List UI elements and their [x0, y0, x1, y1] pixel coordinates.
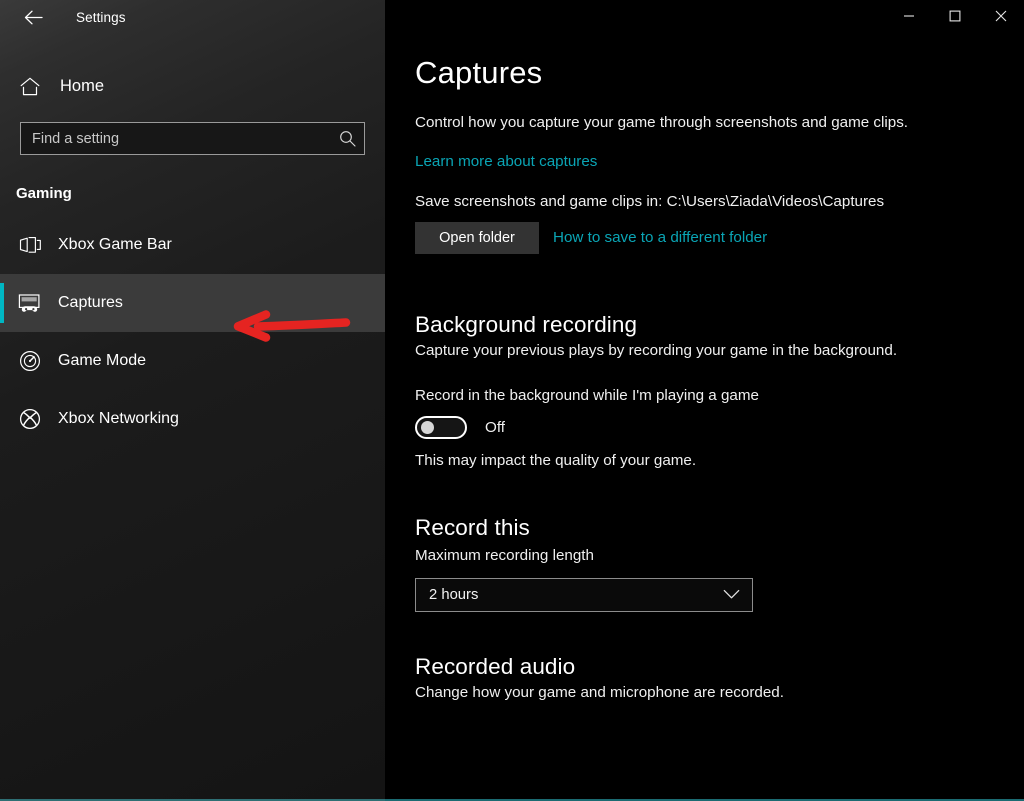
recorded-audio-title: Recorded audio [415, 653, 576, 679]
folder-actions-row: Open folder How to save to a different f… [415, 221, 1024, 254]
sidebar-item-label: Xbox Networking [58, 410, 179, 427]
search-box[interactable] [20, 122, 365, 155]
chevron-down-icon [723, 589, 740, 600]
different-folder-link[interactable]: How to save to a different folder [553, 229, 767, 246]
background-toggle-row: Off [415, 415, 1024, 439]
minimize-button[interactable] [886, 0, 932, 31]
page-description: Control how you capture your game throug… [415, 114, 909, 132]
search-input[interactable] [32, 130, 339, 147]
learn-more-link[interactable]: Learn more about captures [415, 153, 597, 170]
open-folder-button[interactable]: Open folder [415, 221, 539, 254]
background-recording-title: Background recording [415, 311, 638, 337]
maximize-button[interactable] [932, 0, 978, 31]
dropdown-selected-value: 2 hours [429, 586, 479, 603]
home-icon [20, 77, 46, 96]
window-controls [385, 0, 1024, 34]
max-recording-length-label: Maximum recording length [415, 546, 594, 564]
close-button[interactable] [978, 0, 1024, 31]
sidebar-item-label: Game Mode [58, 352, 147, 369]
content-pane: Captures Control how you capture your ga… [385, 0, 1024, 801]
window-title: Settings [76, 9, 126, 25]
max-recording-length-dropdown[interactable]: 2 hours [415, 577, 753, 612]
toggle-knob [421, 420, 434, 434]
save-location-text: Save screenshots and game clips in: C:\U… [415, 192, 885, 210]
sidebar-item-captures[interactable]: Captures [0, 274, 385, 332]
background-toggle-label: Record in the background while I'm playi… [415, 386, 759, 404]
toggle-state-label: Off [485, 418, 505, 436]
sidebar-item-label: Captures [58, 294, 123, 311]
sidebar-group-header: Gaming [16, 185, 72, 202]
sidebar-item-home[interactable]: Home [0, 64, 385, 108]
background-recording-note: This may impact the quality of your game… [415, 451, 697, 469]
window-titlebar-left: Settings [0, 0, 385, 34]
sidebar-item-game-mode[interactable]: Game Mode [0, 332, 385, 390]
captures-icon [16, 293, 44, 314]
sidebar-home-label: Home [60, 76, 105, 95]
sidebar-item-label: Xbox Game Bar [58, 236, 172, 253]
background-recording-subtitle: Capture your previous plays by recording… [415, 341, 898, 359]
sidebar-item-xbox-game-bar[interactable]: Xbox Game Bar [0, 216, 385, 274]
content-body: Captures Control how you capture your ga… [385, 34, 1024, 701]
page-title: Captures [415, 55, 543, 90]
settings-window: Settings Home Gaming [0, 0, 1024, 801]
xbox-icon [16, 408, 44, 430]
recorded-audio-subtitle: Change how your game and microphone are … [415, 683, 784, 701]
background-recording-toggle[interactable] [415, 415, 467, 439]
game-bar-icon [16, 235, 44, 255]
sidebar-item-xbox-networking[interactable]: Xbox Networking [0, 390, 385, 448]
record-this-title: Record this [415, 514, 530, 540]
search-icon [339, 130, 356, 147]
back-button[interactable] [16, 2, 50, 32]
sidebar: Settings Home Gaming [0, 0, 385, 801]
game-mode-icon [16, 350, 44, 372]
sidebar-nav-list: Xbox Game Bar Captures Game Mode Xbox Ne… [0, 216, 385, 448]
